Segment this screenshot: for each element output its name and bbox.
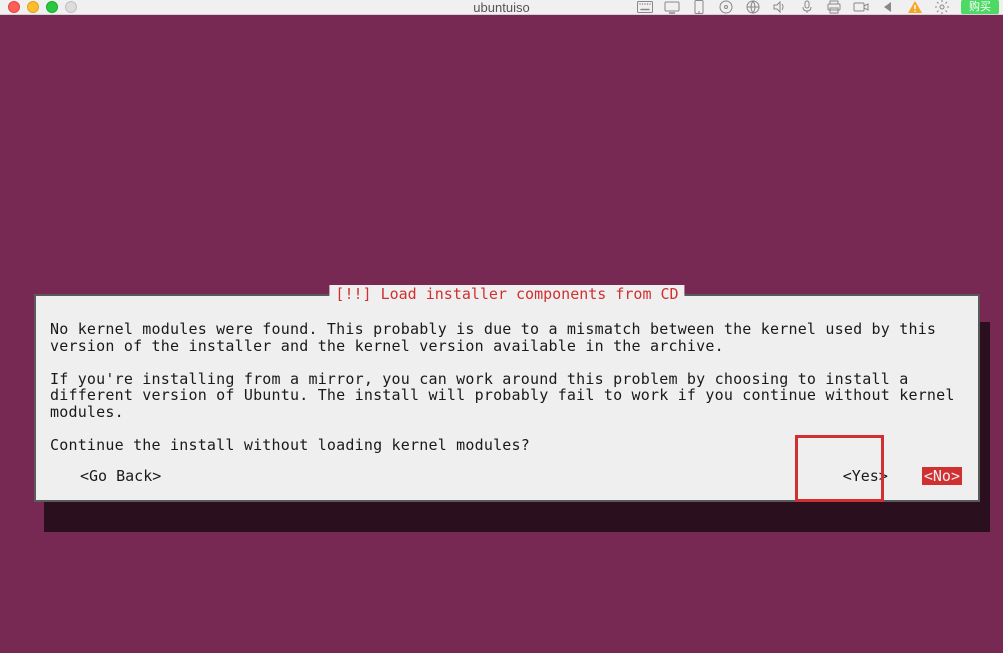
dialog-buttons: <Go Back> <Yes> <No> (50, 467, 964, 485)
window-title: ubuntuiso (473, 0, 529, 15)
dialog-paragraph-2: If you're installing from a mirror, you … (50, 370, 964, 421)
microphone-icon[interactable] (799, 0, 815, 14)
warning-icon[interactable] (907, 0, 923, 14)
zoom-window-button[interactable] (46, 1, 58, 13)
play-left-icon[interactable] (880, 0, 896, 14)
window-controls (8, 1, 77, 13)
no-button[interactable]: <No> (922, 467, 962, 485)
keyboard-icon[interactable] (637, 0, 653, 14)
dialog-paragraph-1: No kernel modules were found. This proba… (50, 320, 945, 355)
host-menubar: ubuntuiso 购买 (0, 0, 1003, 15)
vm-guest-screen: [!!] Load installer components from CD N… (0, 15, 1003, 653)
camera-icon[interactable] (853, 0, 869, 14)
disc-icon[interactable] (718, 0, 734, 14)
dialog-question: Continue the install without loading ker… (50, 436, 530, 454)
dialog-title: [!!] Load installer components from CD (329, 285, 684, 303)
network-icon[interactable] (745, 0, 761, 14)
purchase-button[interactable]: 购买 (961, 0, 999, 14)
yes-button[interactable]: <Yes> (839, 467, 892, 485)
installer-dialog: [!!] Load installer components from CD N… (34, 294, 980, 502)
display-icon[interactable] (664, 0, 680, 14)
printer-icon[interactable] (826, 0, 842, 14)
gear-icon[interactable] (934, 0, 950, 14)
inactive-window-button (65, 1, 77, 13)
sound-icon[interactable] (772, 0, 788, 14)
go-back-button[interactable]: <Go Back> (80, 467, 161, 485)
close-window-button[interactable] (8, 1, 20, 13)
minimize-window-button[interactable] (27, 1, 39, 13)
tablet-icon[interactable] (691, 0, 707, 14)
menubar-status-icons: 购买 (637, 0, 999, 14)
dialog-body: No kernel modules were found. This proba… (50, 321, 964, 453)
